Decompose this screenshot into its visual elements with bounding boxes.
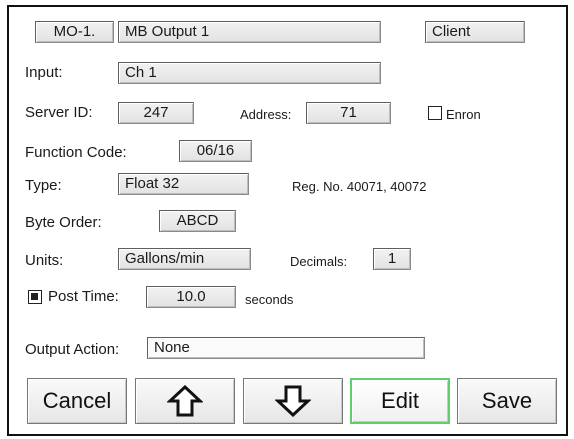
function-code-label: Function Code:	[25, 144, 127, 161]
edit-button[interactable]: Edit	[350, 378, 450, 424]
decimals-field[interactable]: 1	[373, 248, 411, 270]
scroll-up-button[interactable]	[135, 378, 235, 424]
input-label: Input:	[25, 64, 63, 81]
post-time-checkbox[interactable]	[28, 290, 42, 304]
type-field[interactable]: Float 32	[118, 173, 249, 195]
arrow-up-icon	[167, 385, 203, 417]
enron-label: Enron	[446, 107, 481, 122]
register-info: Reg. No. 40071, 40072	[292, 179, 427, 194]
byte-order-label: Byte Order:	[25, 214, 102, 231]
output-action-label: Output Action:	[25, 341, 120, 358]
server-id-label: Server ID:	[25, 104, 93, 121]
mode-field[interactable]: Client	[425, 21, 525, 43]
address-label: Address:	[240, 107, 292, 122]
input-field[interactable]: Ch 1	[118, 62, 381, 84]
output-action-field[interactable]: None	[147, 337, 425, 359]
output-name-field[interactable]: MB Output 1	[118, 21, 381, 43]
type-label: Type:	[25, 177, 62, 194]
server-id-field[interactable]: 247	[118, 102, 194, 124]
save-button[interactable]: Save	[457, 378, 557, 424]
enron-checkbox[interactable]	[428, 106, 442, 120]
units-field[interactable]: Gallons/min	[118, 248, 251, 270]
scroll-down-button[interactable]	[243, 378, 343, 424]
post-time-field[interactable]: 10.0	[146, 286, 236, 308]
post-time-unit: seconds	[245, 292, 294, 307]
arrow-down-icon	[275, 385, 311, 417]
cancel-button[interactable]: Cancel	[27, 378, 127, 424]
units-label: Units:	[25, 252, 64, 269]
output-id-field[interactable]: MO-1.	[35, 21, 114, 43]
function-code-field[interactable]: 06/16	[179, 140, 252, 162]
post-time-label: Post Time:	[48, 288, 119, 305]
byte-order-field[interactable]: ABCD	[159, 210, 236, 232]
address-field[interactable]: 71	[306, 102, 391, 124]
decimals-label: Decimals:	[290, 254, 348, 269]
